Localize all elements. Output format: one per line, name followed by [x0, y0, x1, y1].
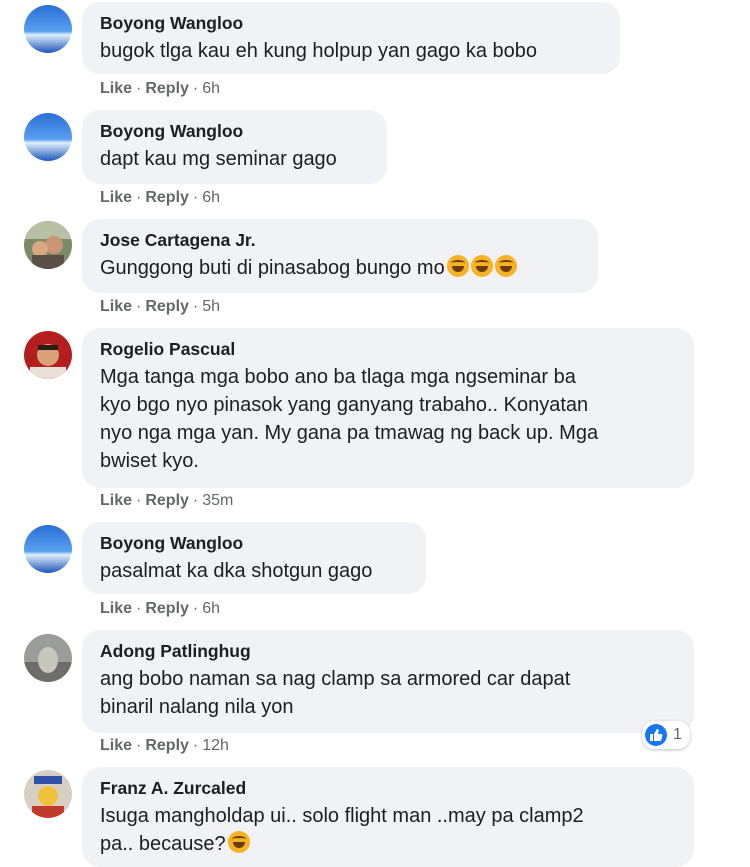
comment-text-line: Mga tanga mga bobo ano ba tlaga mga ngse… — [100, 366, 576, 388]
comment-author[interactable]: Adong Patlinghug — [100, 641, 251, 662]
comment-text: ang bobo naman sa nag clamp sa armored c… — [100, 665, 570, 721]
comment-timestamp[interactable]: 35m — [202, 492, 233, 509]
reply-link[interactable]: Reply — [145, 189, 189, 206]
comment-text: bugok tlga kau eh kung holpup yan gago k… — [100, 40, 538, 62]
comment-author[interactable]: Jose Cartagena Jr. — [100, 230, 256, 251]
avatar[interactable] — [24, 770, 72, 818]
comment-text: dapt kau mg seminar gago — [100, 148, 337, 170]
comment-text: pasalmat ka dka shotgun gago — [100, 560, 373, 582]
comment-bubble: Rogelio Pascual Mga tanga mga bobo ano b… — [82, 328, 694, 488]
laughing-emoji-icon — [494, 255, 517, 277]
comment-timestamp[interactable]: 6h — [202, 80, 220, 97]
avatar[interactable] — [24, 113, 72, 161]
comment-author[interactable]: Boyong Wangloo — [100, 533, 243, 554]
comment-bubble: Adong Patlinghug ang bobo naman sa nag c… — [82, 630, 694, 733]
sky-avatar-icon — [24, 525, 72, 573]
comment-actions: Like · Reply · 5h — [100, 298, 221, 315]
laughing-emoji-icon — [227, 831, 250, 853]
sky-avatar-icon — [24, 5, 72, 53]
comment-text-line: binaril nalang nila yon — [100, 696, 294, 718]
comment-bubble: Boyong Wangloo pasalmat ka dka shotgun g… — [82, 522, 426, 594]
avatar[interactable] — [24, 5, 72, 53]
comment-actions: Like · Reply · 35m — [100, 492, 234, 509]
comment-actions: Like · Reply · 6h — [100, 189, 221, 206]
comment-author[interactable]: Franz A. Zurcaled — [100, 778, 246, 799]
comment-bubble: Jose Cartagena Jr. Gunggong buti di pina… — [82, 219, 598, 293]
avatar[interactable] — [24, 331, 72, 379]
comment-text: Mga tanga mga bobo ano ba tlaga mga ngse… — [100, 363, 598, 475]
reply-link[interactable]: Reply — [145, 298, 189, 315]
thumbs-up-icon — [645, 724, 667, 746]
sky-avatar-icon — [24, 113, 72, 161]
reply-link[interactable]: Reply — [145, 492, 189, 509]
reaction-count: 1 — [673, 726, 682, 743]
like-link[interactable]: Like — [100, 737, 132, 754]
avatar[interactable] — [24, 634, 72, 682]
photo-avatar-icon — [24, 331, 72, 379]
comment-actions: Like · Reply · 6h — [100, 80, 221, 97]
comment-timestamp[interactable]: 12h — [202, 737, 229, 754]
reaction-summary[interactable]: 1 — [642, 721, 690, 749]
comment-text-line: pa.. because? — [100, 830, 584, 858]
comment-bubble: Boyong Wangloo dapt kau mg seminar gago — [82, 110, 387, 184]
reply-link[interactable]: Reply — [145, 600, 189, 617]
laughing-emoji-icon — [446, 255, 469, 277]
reply-link[interactable]: Reply — [145, 80, 189, 97]
photo-avatar-icon — [24, 634, 72, 682]
comment-text-line: Isuga mangholdap ui.. solo flight man ..… — [100, 805, 584, 827]
comment-author[interactable]: Boyong Wangloo — [100, 13, 243, 34]
comment-actions: Like · Reply · 6h — [100, 600, 221, 617]
photo-avatar-icon — [24, 221, 72, 269]
reply-link[interactable]: Reply — [145, 737, 189, 754]
comment-text: Isuga mangholdap ui.. solo flight man ..… — [100, 802, 584, 858]
comment-bubble: Franz A. Zurcaled Isuga mangholdap ui.. … — [82, 767, 694, 867]
like-link[interactable]: Like — [100, 298, 132, 315]
like-link[interactable]: Like — [100, 600, 132, 617]
comment-author[interactable]: Boyong Wangloo — [100, 121, 243, 142]
like-link[interactable]: Like — [100, 189, 132, 206]
comment-text-line: nyo nga mga yan. My gana pa tmawag ng ba… — [100, 422, 599, 444]
avatar[interactable] — [24, 221, 72, 269]
comment-text-line: bwiset kyo. — [100, 450, 199, 472]
laughing-emoji-icon — [470, 255, 493, 277]
comment-bubble: Boyong Wangloo bugok tlga kau eh kung ho… — [82, 2, 620, 74]
comment-text: Gunggong buti di pinasabog bungo mo — [100, 254, 517, 282]
comment-timestamp[interactable]: 6h — [202, 600, 220, 617]
comment-text-line: kyo bgo nyo pinasok yang ganyang trabaho… — [100, 394, 589, 416]
comment-text-line: ang bobo naman sa nag clamp sa armored c… — [100, 668, 571, 690]
like-link[interactable]: Like — [100, 492, 132, 509]
comment-timestamp[interactable]: 5h — [202, 298, 220, 315]
avatar[interactable] — [24, 525, 72, 573]
photo-avatar-icon — [24, 770, 72, 818]
comment-timestamp[interactable]: 6h — [202, 189, 220, 206]
comment-author[interactable]: Rogelio Pascual — [100, 339, 235, 360]
like-link[interactable]: Like — [100, 80, 132, 97]
comment-actions: Like · Reply · 12h — [100, 737, 229, 754]
